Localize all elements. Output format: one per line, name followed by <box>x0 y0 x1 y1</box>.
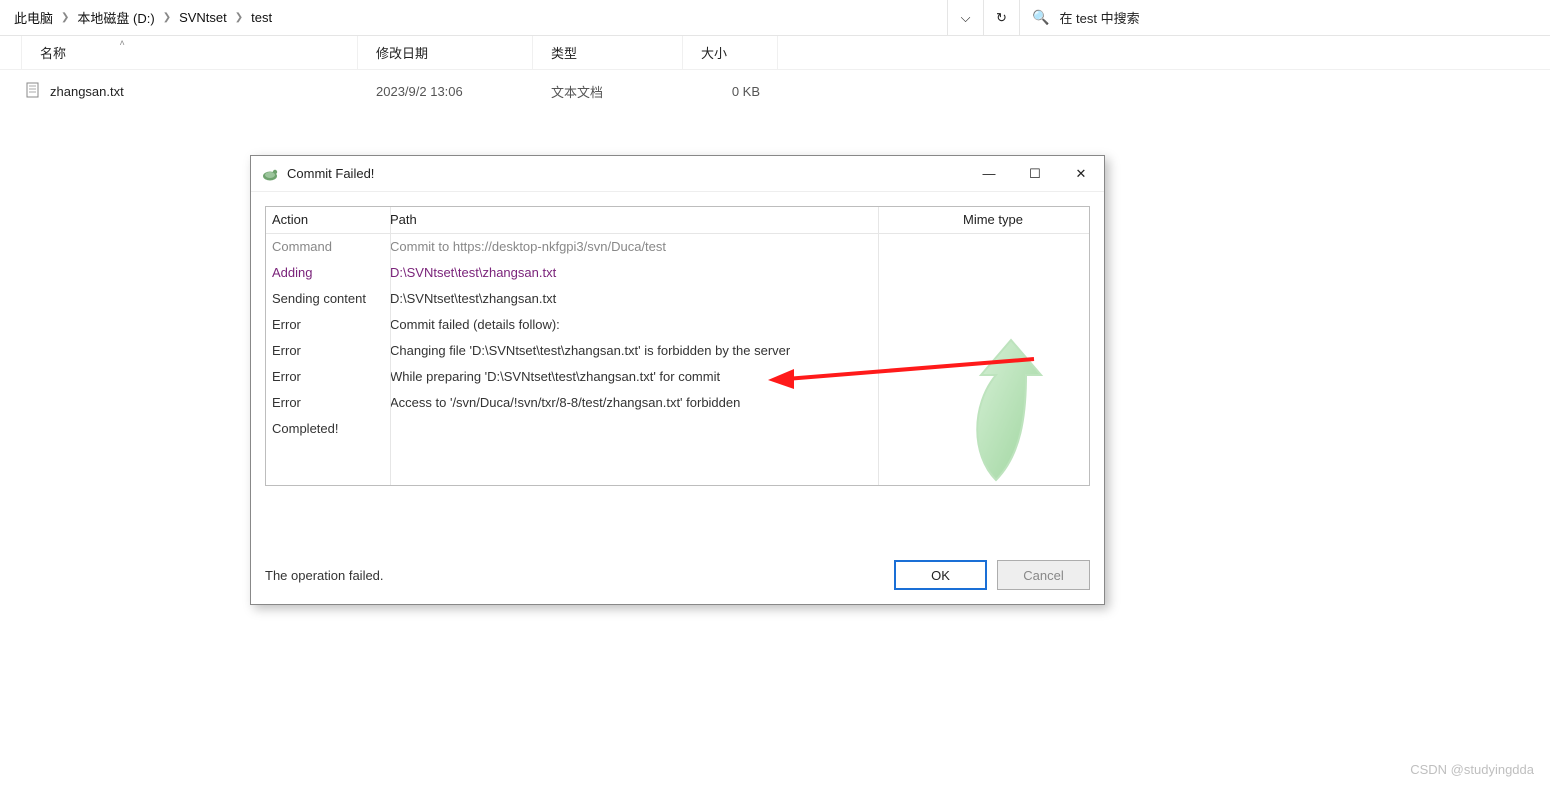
cell-action: Error <box>272 366 390 388</box>
chevron-down-icon: ⌵ <box>961 10 971 26</box>
minimize-button[interactable]: — <box>966 156 1012 191</box>
cell-action: Sending content <box>272 288 390 310</box>
ok-button[interactable]: OK <box>894 560 987 590</box>
column-type-label: 类型 <box>551 43 577 62</box>
gutter <box>0 36 22 69</box>
file-size: 0 KB <box>683 84 778 99</box>
button-row: OK Cancel <box>894 560 1090 590</box>
column-headers: ˄ 名称 修改日期 类型 大小 <box>0 36 1550 70</box>
chevron-right-icon: ❯ <box>161 12 173 23</box>
text-file-icon <box>22 82 44 101</box>
tortoisesvn-icon <box>261 165 279 183</box>
grid-divider <box>878 207 879 485</box>
recent-locations-button[interactable]: ⌵ <box>948 0 984 35</box>
operation-status: The operation failed. <box>265 568 384 583</box>
explorer-toolbar: 此电脑 ❯ 本地磁盘 (D:) ❯ SVNtset ❯ test ⌵ ↻ 🔍 在… <box>0 0 1550 36</box>
dialog-titlebar[interactable]: Commit Failed! — ☐ ✕ <box>251 156 1104 192</box>
chevron-right-icon: ❯ <box>59 12 71 23</box>
cell-action: Error <box>272 392 390 414</box>
log-grid[interactable]: Action Path Mime type CommandCommit to h… <box>265 206 1090 486</box>
sort-indicator-icon: ˄ <box>120 38 125 48</box>
grid-divider <box>390 207 391 485</box>
search-box[interactable]: 🔍 在 test 中搜索 <box>1020 0 1550 35</box>
cell-action: Adding <box>272 262 390 284</box>
column-date-label: 修改日期 <box>376 43 428 62</box>
watermark: CSDN @studyingdda <box>1410 762 1534 777</box>
refresh-icon: ↻ <box>996 10 1007 26</box>
file-name: zhangsan.txt <box>44 84 358 99</box>
cell-action: Completed! <box>272 418 390 440</box>
cancel-button: Cancel <box>997 560 1090 590</box>
column-size-label: 大小 <box>701 43 727 62</box>
dialog-title: Commit Failed! <box>287 166 374 181</box>
search-icon: 🔍 <box>1032 9 1049 26</box>
refresh-button[interactable]: ↻ <box>984 0 1020 35</box>
dialog-footer: The operation failed. OK Cancel <box>265 560 1090 590</box>
file-date: 2023/9/2 13:06 <box>358 84 533 99</box>
cell-action: Error <box>272 340 390 362</box>
commit-failed-dialog: Commit Failed! — ☐ ✕ Action Path Mime ty… <box>250 155 1105 605</box>
breadcrumb-folder[interactable]: SVNtset <box>173 10 233 25</box>
close-icon: ✕ <box>1076 166 1087 182</box>
maximize-icon: ☐ <box>1029 166 1041 182</box>
window-controls: — ☐ ✕ <box>966 156 1104 191</box>
address-bar[interactable]: 此电脑 ❯ 本地磁盘 (D:) ❯ SVNtset ❯ test <box>0 0 948 35</box>
maximize-button[interactable]: ☐ <box>1012 156 1058 191</box>
chevron-right-icon: ❯ <box>233 12 245 23</box>
column-name[interactable]: ˄ 名称 <box>22 36 358 69</box>
file-type: 文本文档 <box>533 82 683 101</box>
close-button[interactable]: ✕ <box>1058 156 1104 191</box>
cell-action: Error <box>272 314 390 336</box>
column-name-label: 名称 <box>40 43 66 62</box>
col-action[interactable]: Action <box>272 209 390 231</box>
breadcrumb-root[interactable]: 此电脑 <box>8 8 59 27</box>
search-placeholder: 在 test 中搜索 <box>1059 8 1139 27</box>
column-size[interactable]: 大小 <box>683 36 778 69</box>
cell-action: Command <box>272 236 390 258</box>
breadcrumb-drive[interactable]: 本地磁盘 (D:) <box>71 8 160 27</box>
breadcrumb-current[interactable]: test <box>245 10 278 25</box>
column-type[interactable]: 类型 <box>533 36 683 69</box>
column-date[interactable]: 修改日期 <box>358 36 533 69</box>
col-mime[interactable]: Mime type <box>963 209 1083 231</box>
dialog-body: Action Path Mime type CommandCommit to h… <box>251 192 1104 500</box>
minimize-icon: — <box>983 166 996 181</box>
file-row[interactable]: zhangsan.txt 2023/9/2 13:06 文本文档 0 KB <box>0 78 1550 104</box>
